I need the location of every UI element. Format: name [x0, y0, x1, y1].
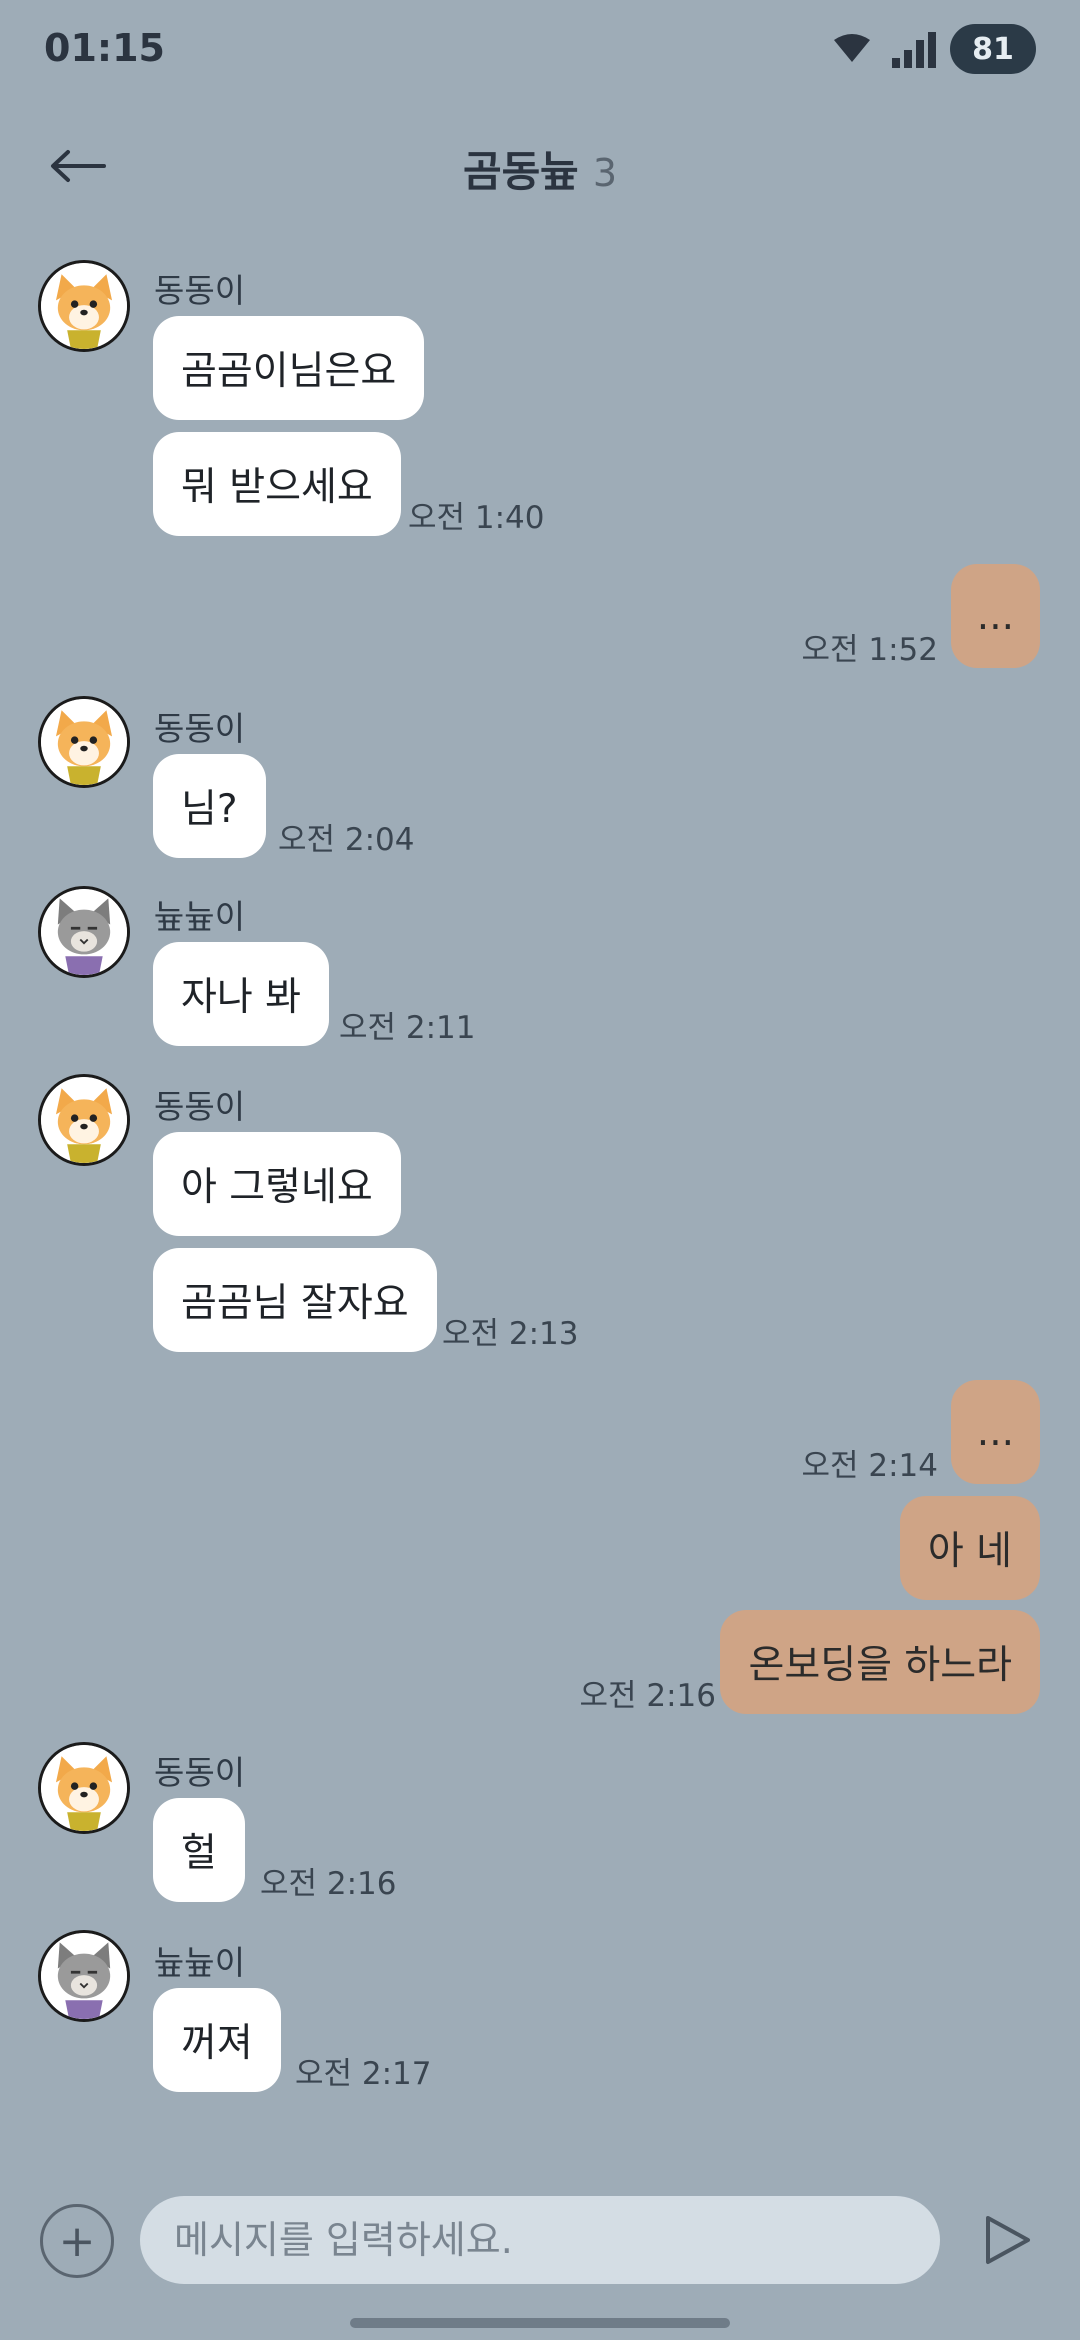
message-bubble[interactable]: 곰곰이님은요: [153, 316, 425, 420]
send-button[interactable]: [974, 2208, 1038, 2272]
message-bubble[interactable]: 님?: [153, 754, 266, 858]
message-bubble[interactable]: 헐: [153, 1798, 245, 1902]
member-count: 3: [592, 151, 618, 195]
attach-button[interactable]: +: [40, 2204, 114, 2278]
message-time: 오전 2:14: [801, 1448, 938, 1484]
sender-name: 동동이: [154, 709, 246, 748]
plus-icon: +: [58, 2215, 96, 2267]
home-indicator[interactable]: [350, 2318, 730, 2328]
cat-avatar[interactable]: [38, 1930, 130, 2022]
message-bubble[interactable]: 뭐 받으세요: [153, 432, 401, 536]
status-bar: 01:15 81: [0, 0, 1080, 100]
dog-avatar[interactable]: [38, 696, 130, 788]
battery-indicator: 81: [950, 24, 1036, 74]
sender-name: 늎늎이: [154, 897, 246, 936]
dog-avatar[interactable]: [38, 1742, 130, 1834]
signal-icon: [892, 32, 936, 68]
send-icon: [986, 2216, 1030, 2264]
message-bubble[interactable]: 곰곰님 잘자요: [153, 1248, 437, 1352]
message-time: 오전 2:16: [579, 1678, 716, 1714]
chat-title: 곰동늎: [462, 147, 579, 196]
my-message-bubble[interactable]: 온보딩을 하느라: [720, 1610, 1040, 1714]
dog-avatar[interactable]: [38, 260, 130, 352]
sender-name: 동동이: [154, 1087, 246, 1126]
dog-avatar[interactable]: [38, 1074, 130, 1166]
wifi-icon: [834, 34, 870, 62]
message-time: 오전 1:52: [801, 632, 938, 668]
sender-name: 늎늎이: [154, 1943, 246, 1982]
message-time: 오전 2:11: [339, 1010, 476, 1046]
cat-avatar[interactable]: [38, 886, 130, 978]
chat-header: 곰동늎 3: [0, 110, 1080, 220]
message-time: 오전 2:13: [442, 1316, 579, 1352]
chat-title-row: 곰동늎 3: [0, 138, 1080, 199]
message-time: 오전 2:04: [278, 822, 415, 858]
message-bubble[interactable]: 자나 봐: [153, 942, 330, 1046]
message-time: 오전 2:17: [295, 2056, 432, 2092]
sender-name: 동동이: [154, 1753, 246, 1792]
message-bubble[interactable]: 꺼져: [153, 1988, 281, 2092]
my-message-bubble[interactable]: 아 네: [899, 1496, 1040, 1600]
message-input-bar: +: [0, 2190, 1080, 2290]
message-time: 오전 1:40: [408, 500, 545, 536]
my-message-bubble[interactable]: ...: [950, 564, 1040, 668]
message-bubble[interactable]: 아 그렇네요: [153, 1132, 401, 1236]
sender-name: 동동이: [154, 271, 246, 310]
my-message-bubble[interactable]: ...: [950, 1380, 1040, 1484]
status-time: 01:15: [44, 26, 165, 70]
message-time: 오전 2:16: [260, 1866, 397, 1902]
message-input[interactable]: [140, 2196, 940, 2284]
